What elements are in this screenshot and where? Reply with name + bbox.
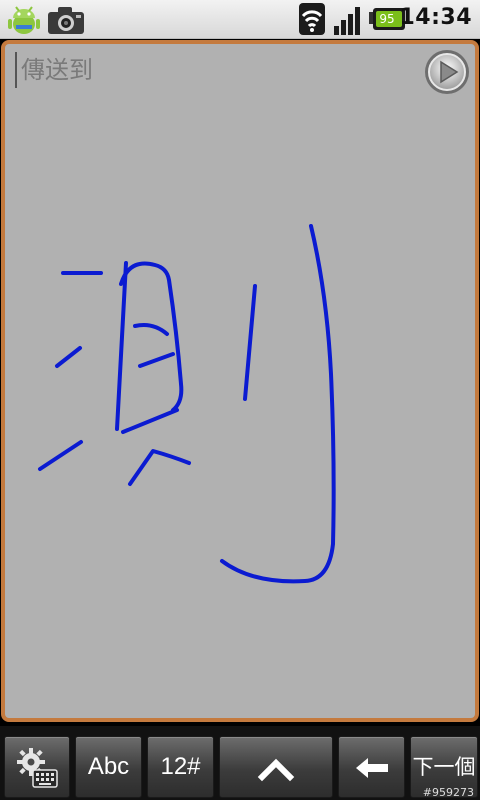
recipient-field[interactable]: 傳送到 bbox=[15, 52, 93, 88]
status-bar: 95 14:34 bbox=[0, 0, 480, 39]
watermark: #959273 bbox=[422, 786, 474, 799]
ime-toolbar: Abc 12# 下一個 #959273 bbox=[0, 726, 480, 800]
ime-settings-button[interactable] bbox=[4, 736, 70, 798]
handwriting-pad[interactable]: 傳送到 bbox=[1, 40, 479, 722]
android-debug-icon bbox=[8, 6, 40, 34]
keyboard-settings-icon bbox=[17, 748, 58, 788]
backspace-button[interactable] bbox=[338, 736, 405, 798]
number-mode-label: 12# bbox=[160, 753, 201, 780]
number-mode-button[interactable]: 12# bbox=[147, 736, 214, 798]
abc-mode-button[interactable]: Abc bbox=[75, 736, 142, 798]
backspace-arrow-icon bbox=[355, 758, 388, 778]
wifi-icon bbox=[299, 3, 325, 35]
camera-icon bbox=[48, 7, 84, 34]
abc-mode-label: Abc bbox=[87, 753, 130, 780]
shift-button[interactable] bbox=[219, 736, 333, 798]
status-clock: 14:34 bbox=[399, 5, 472, 30]
caret-up-icon bbox=[257, 758, 295, 782]
handwriting-ink bbox=[38, 224, 336, 584]
send-arrow-icon[interactable] bbox=[423, 48, 471, 96]
battery-percent: 95 bbox=[379, 12, 395, 26]
signal-icon bbox=[334, 7, 360, 35]
